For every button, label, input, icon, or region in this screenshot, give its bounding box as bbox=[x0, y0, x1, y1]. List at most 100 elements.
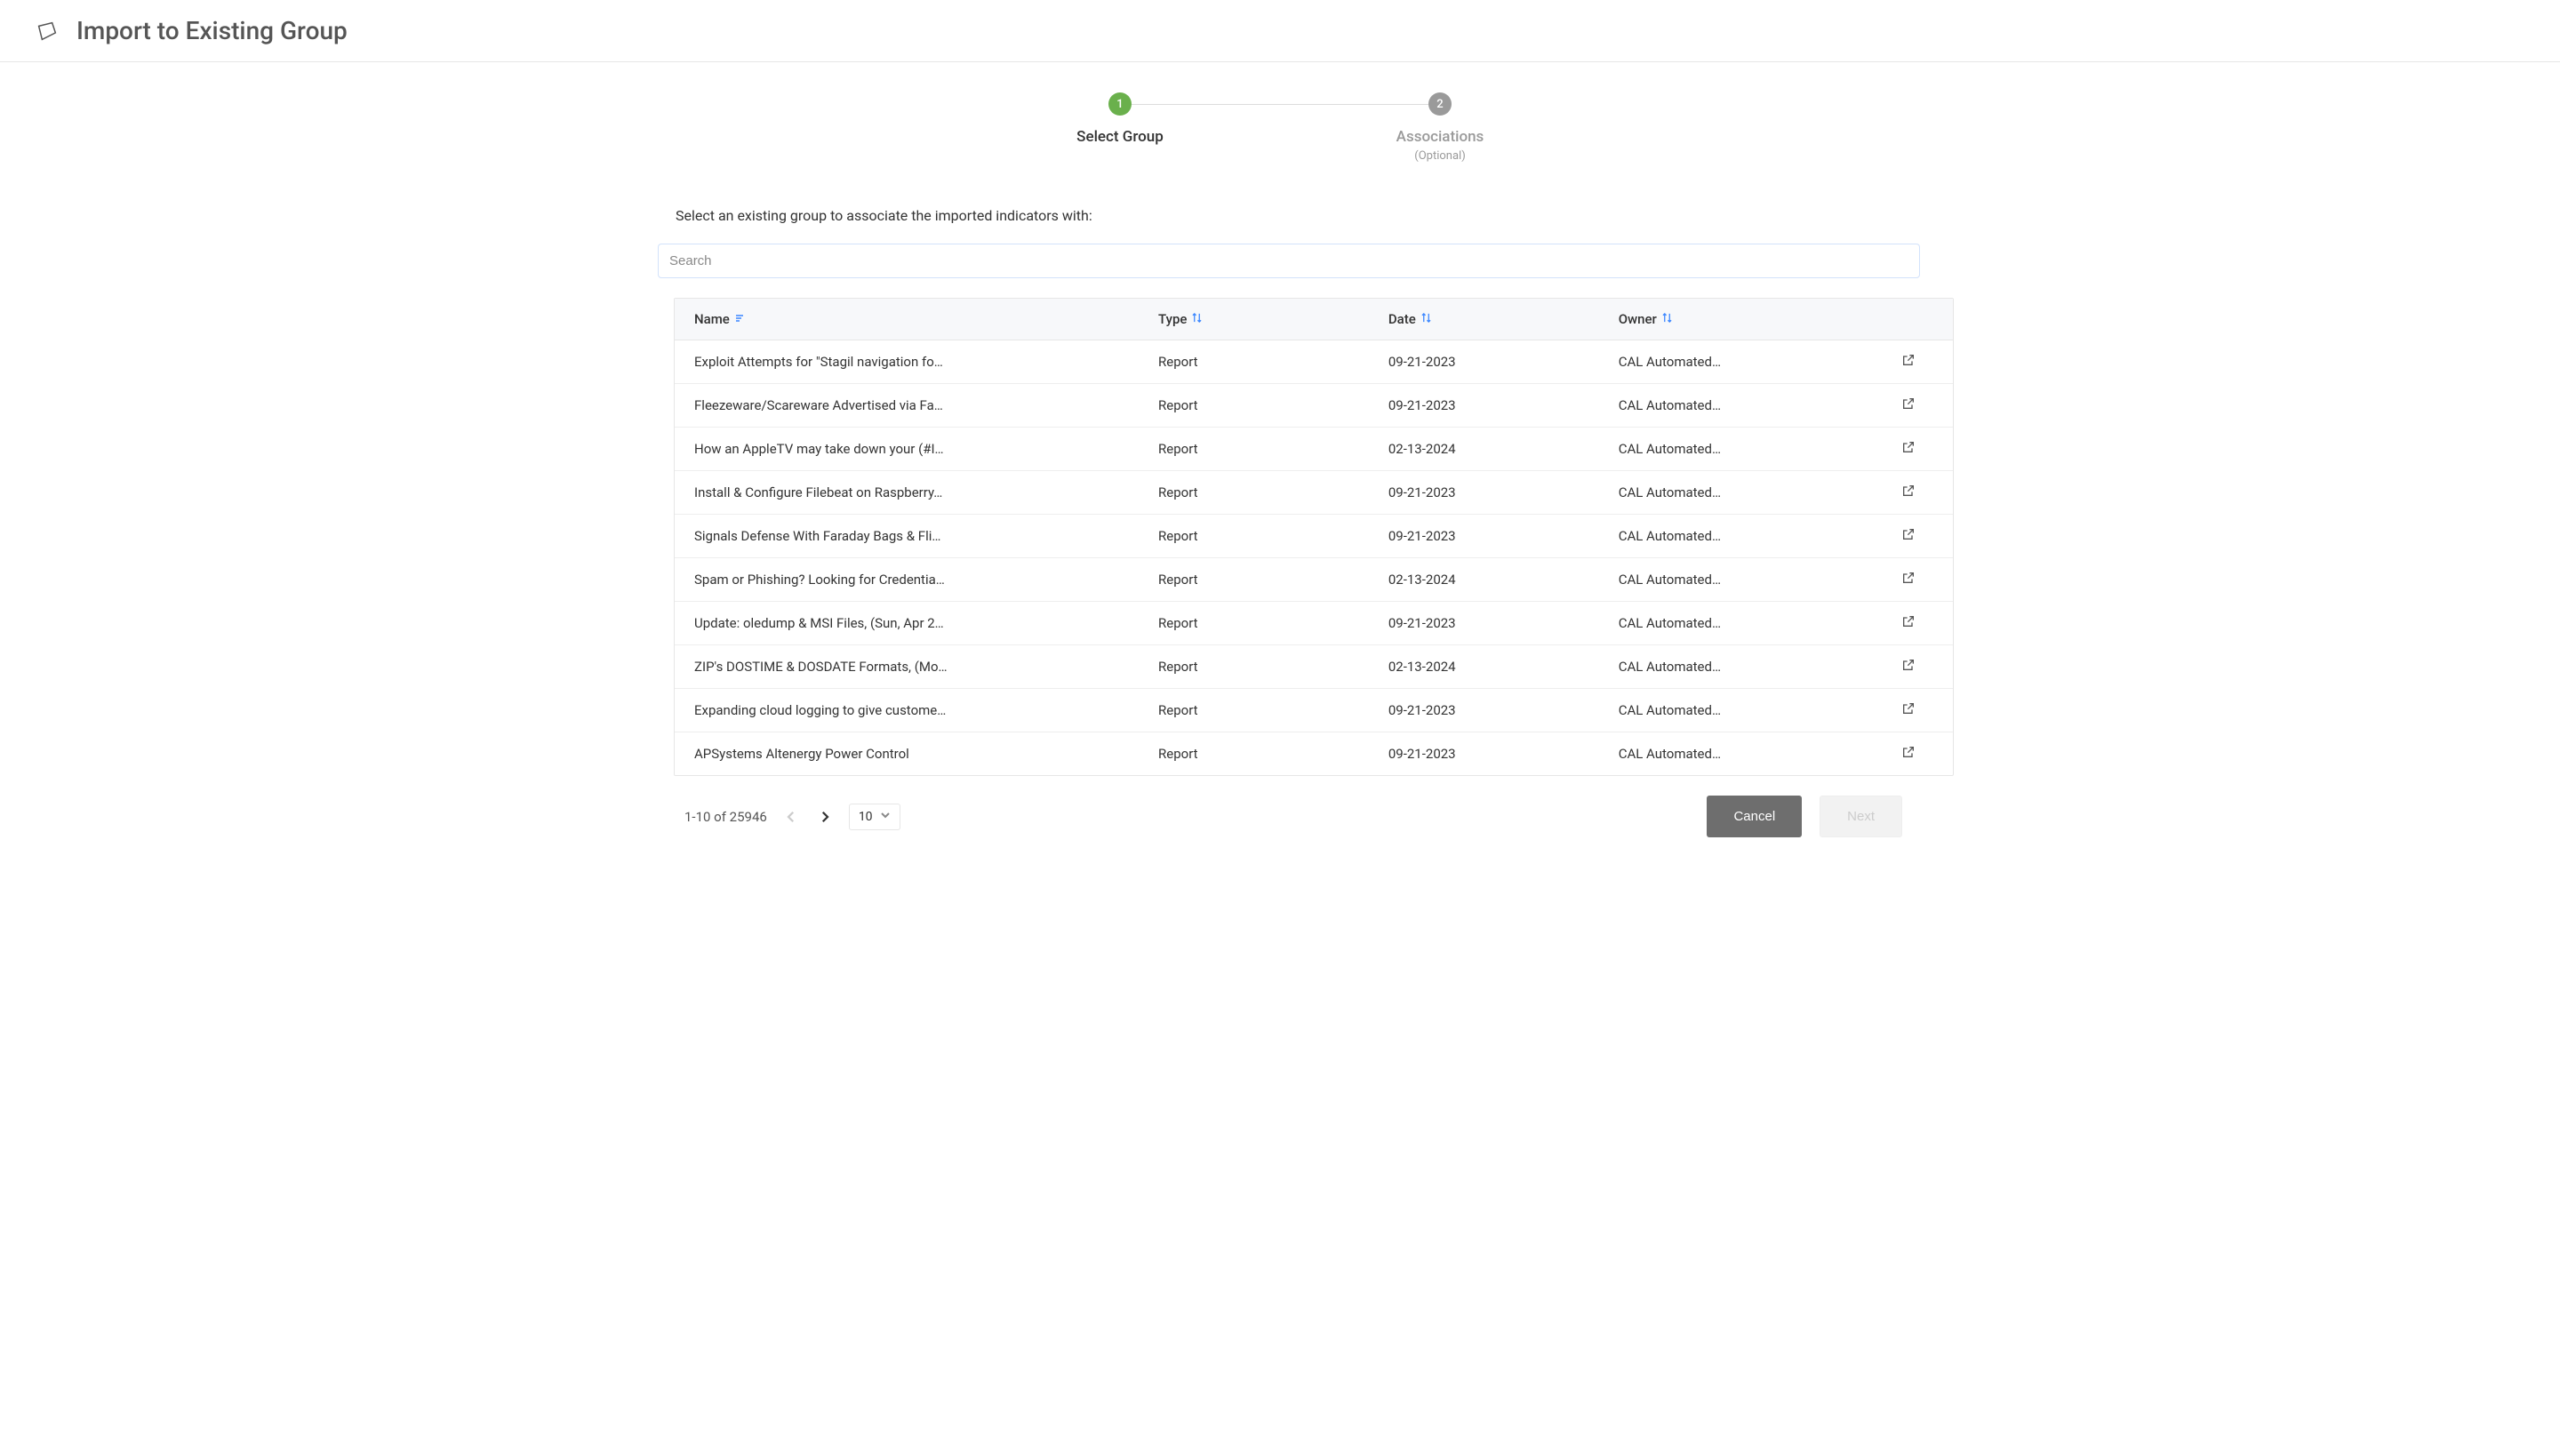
external-link-icon[interactable] bbox=[1901, 440, 1916, 458]
groups-table: Name Type Date bbox=[674, 298, 1954, 776]
table-row[interactable]: Exploit Attempts for "Stagil navigation … bbox=[675, 340, 1953, 384]
cell-type: Report bbox=[1148, 559, 1378, 600]
external-link-icon[interactable] bbox=[1901, 658, 1916, 676]
column-name[interactable]: Name bbox=[675, 299, 1148, 340]
cell-link bbox=[1863, 471, 1953, 514]
sort-icon bbox=[1421, 312, 1431, 326]
table-footer: 1-10 of 25946 10 Cancel bbox=[658, 776, 1920, 837]
cell-date: 09-21-2023 bbox=[1378, 690, 1608, 731]
cell-name: Spam or Phishing? Looking for Credentia… bbox=[675, 559, 1148, 600]
cell-owner: CAL Automated… bbox=[1608, 733, 1864, 774]
cell-link bbox=[1863, 689, 1953, 732]
cell-type: Report bbox=[1148, 733, 1378, 774]
cell-date: 09-21-2023 bbox=[1378, 516, 1608, 556]
cell-name: Fleezeware/Scareware Advertised via Fa… bbox=[675, 385, 1148, 426]
cell-type: Report bbox=[1148, 516, 1378, 556]
pagination: 1-10 of 25946 10 bbox=[684, 804, 900, 830]
cell-name: Install & Configure Filebeat on Raspberr… bbox=[675, 472, 1148, 513]
external-link-icon[interactable] bbox=[1901, 745, 1916, 763]
table-row[interactable]: Spam or Phishing? Looking for Credentia…… bbox=[675, 558, 1953, 602]
cell-link bbox=[1863, 428, 1953, 470]
column-name-label: Name bbox=[694, 311, 730, 327]
external-link-icon[interactable] bbox=[1901, 571, 1916, 588]
table-row[interactable]: APSystems Altenergy Power ControlReport0… bbox=[675, 732, 1953, 775]
external-link-icon[interactable] bbox=[1901, 701, 1916, 719]
search-input[interactable] bbox=[658, 244, 1920, 278]
app-logo-icon bbox=[34, 18, 60, 44]
cell-date: 09-21-2023 bbox=[1378, 733, 1608, 774]
action-buttons: Cancel Next bbox=[1707, 796, 1902, 837]
cell-date: 02-13-2024 bbox=[1378, 428, 1608, 469]
cell-date: 02-13-2024 bbox=[1378, 559, 1608, 600]
table-body: Exploit Attempts for "Stagil navigation … bbox=[675, 340, 1953, 775]
external-link-icon[interactable] bbox=[1901, 396, 1916, 414]
pagination-range: 1-10 of 25946 bbox=[684, 809, 767, 825]
external-link-icon[interactable] bbox=[1901, 353, 1916, 371]
cell-date: 09-21-2023 bbox=[1378, 603, 1608, 644]
cell-owner: CAL Automated… bbox=[1608, 385, 1864, 426]
cell-owner: CAL Automated… bbox=[1608, 428, 1864, 469]
step-1-label: Select Group bbox=[1076, 128, 1164, 146]
cell-owner: CAL Automated… bbox=[1608, 690, 1864, 731]
cell-date: 09-21-2023 bbox=[1378, 341, 1608, 382]
table-row[interactable]: Update: oledump & MSI Files, (Sun, Apr 2… bbox=[675, 602, 1953, 645]
cancel-button[interactable]: Cancel bbox=[1707, 796, 1802, 837]
cell-type: Report bbox=[1148, 428, 1378, 469]
cell-type: Report bbox=[1148, 603, 1378, 644]
page-size-value: 10 bbox=[859, 810, 873, 824]
external-link-icon[interactable] bbox=[1901, 527, 1916, 545]
cell-link bbox=[1863, 602, 1953, 644]
table-row[interactable]: Install & Configure Filebeat on Raspberr… bbox=[675, 471, 1953, 515]
cell-date: 09-21-2023 bbox=[1378, 472, 1608, 513]
external-link-icon[interactable] bbox=[1901, 484, 1916, 501]
step-associations: 2 Associations (Optional) bbox=[1280, 92, 1600, 163]
step-1-badge: 1 bbox=[1108, 92, 1132, 116]
cell-owner: CAL Automated… bbox=[1608, 559, 1864, 600]
cell-name: Exploit Attempts for "Stagil navigation … bbox=[675, 341, 1148, 382]
sort-icon bbox=[1192, 312, 1202, 326]
cell-owner: CAL Automated… bbox=[1608, 516, 1864, 556]
table-row[interactable]: Signals Defense With Faraday Bags & Fli…… bbox=[675, 515, 1953, 558]
sort-icon bbox=[1662, 312, 1672, 326]
cell-link bbox=[1863, 340, 1953, 383]
step-select-group: 1 Select Group bbox=[960, 92, 1280, 146]
table-row[interactable]: Expanding cloud logging to give custome…… bbox=[675, 689, 1953, 732]
cell-name: How an AppleTV may take down your (#I… bbox=[675, 428, 1148, 469]
step-2-label: Associations bbox=[1396, 128, 1484, 146]
next-button[interactable]: Next bbox=[1820, 796, 1902, 837]
cell-date: 09-21-2023 bbox=[1378, 385, 1608, 426]
column-date-label: Date bbox=[1388, 311, 1416, 327]
cell-link bbox=[1863, 384, 1953, 427]
external-link-icon[interactable] bbox=[1901, 614, 1916, 632]
table-row[interactable]: Fleezeware/Scareware Advertised via Fa…R… bbox=[675, 384, 1953, 428]
cell-name: ZIP's DOSTIME & DOSDATE Formats, (Mo… bbox=[675, 646, 1148, 687]
cell-link bbox=[1863, 645, 1953, 688]
table-row[interactable]: ZIP's DOSTIME & DOSDATE Formats, (Mo…Rep… bbox=[675, 645, 1953, 689]
prev-page-button[interactable] bbox=[781, 809, 801, 825]
sort-asc-icon bbox=[735, 313, 746, 326]
column-type[interactable]: Type bbox=[1148, 299, 1378, 340]
cell-owner: CAL Automated… bbox=[1608, 472, 1864, 513]
cell-type: Report bbox=[1148, 472, 1378, 513]
column-date[interactable]: Date bbox=[1378, 299, 1608, 340]
cell-owner: CAL Automated… bbox=[1608, 341, 1864, 382]
page-size-select[interactable]: 10 bbox=[849, 804, 900, 830]
table-row[interactable]: How an AppleTV may take down your (#I…Re… bbox=[675, 428, 1953, 471]
chevron-down-icon bbox=[880, 810, 891, 824]
cell-name: Signals Defense With Faraday Bags & Fli… bbox=[675, 516, 1148, 556]
column-owner-label: Owner bbox=[1619, 311, 1657, 327]
column-owner[interactable]: Owner bbox=[1608, 299, 1864, 340]
cell-type: Report bbox=[1148, 385, 1378, 426]
page-title: Import to Existing Group bbox=[76, 16, 348, 45]
column-type-label: Type bbox=[1158, 311, 1187, 327]
next-page-button[interactable] bbox=[815, 809, 835, 825]
column-actions bbox=[1863, 299, 1953, 340]
page-header: Import to Existing Group bbox=[0, 0, 2560, 62]
cell-link bbox=[1863, 515, 1953, 557]
cell-type: Report bbox=[1148, 646, 1378, 687]
cell-name: Expanding cloud logging to give custome… bbox=[675, 690, 1148, 731]
cell-type: Report bbox=[1148, 341, 1378, 382]
cell-name: Update: oledump & MSI Files, (Sun, Apr 2… bbox=[675, 603, 1148, 644]
cell-owner: CAL Automated… bbox=[1608, 603, 1864, 644]
wizard-stepper: 1 Select Group 2 Associations (Optional) bbox=[640, 89, 1920, 163]
